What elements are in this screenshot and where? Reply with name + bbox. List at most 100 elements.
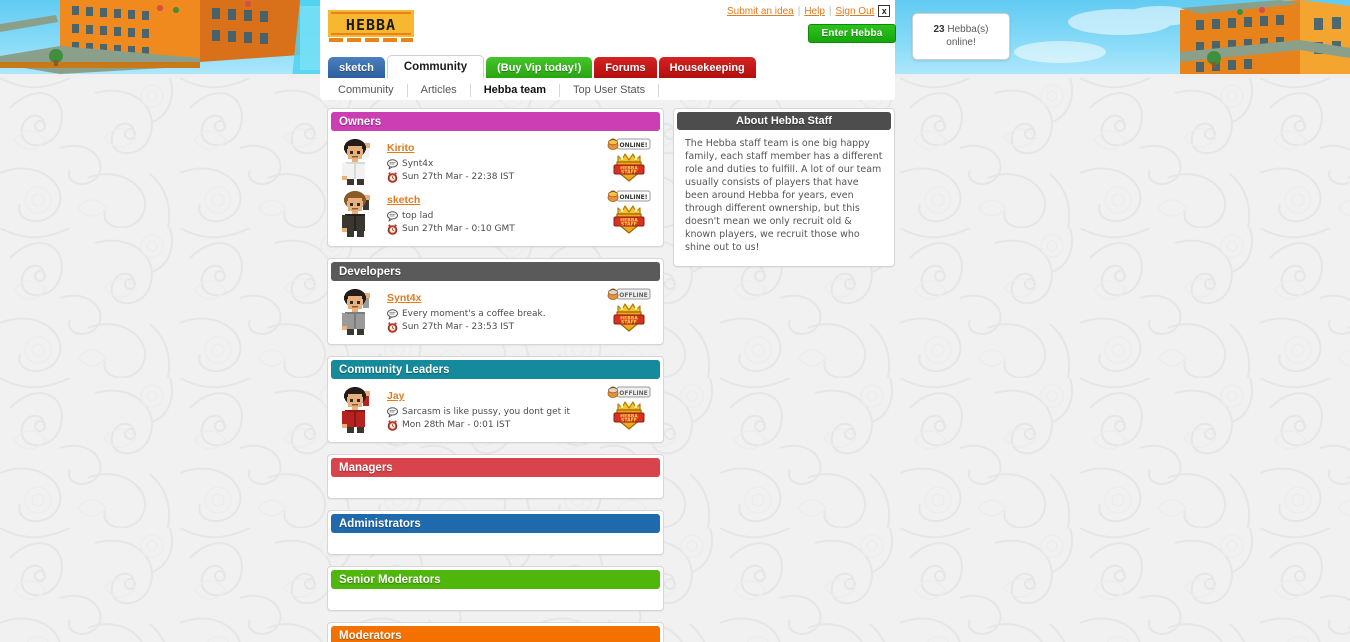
svg-text:HEBBA: HEBBA xyxy=(346,16,396,34)
staff-group-managers: Managers xyxy=(327,454,664,499)
staff-group-administrators: Administrators xyxy=(327,510,664,555)
avatar-wrap xyxy=(337,189,377,237)
close-icon[interactable]: x xyxy=(878,5,890,17)
avatar-wrap xyxy=(337,137,377,185)
alarm-clock-icon xyxy=(387,419,398,431)
staff-row: sketch top lad Sun 27th Mar - 0:10 GMT O… xyxy=(333,187,658,239)
staff-motto: Sarcasm is like pussy, you dont get it xyxy=(402,407,571,417)
group-header-senior-moderators: Senior Moderators xyxy=(331,570,660,589)
crown-staff-badge-icon: HEBBA STAFF xyxy=(613,401,645,430)
avatar-wrap xyxy=(337,385,377,433)
svg-text:STAFF: STAFF xyxy=(621,170,637,176)
staff-badges: OFFLINE HEBBA STAFF xyxy=(604,287,654,334)
about-hebba-staff-panel: About Hebba Staff The Hebba staff team i… xyxy=(673,108,895,267)
staff-lastseen-line: Sun 27th Mar - 0:10 GMT xyxy=(387,223,604,235)
staff-groups-column: Owners Kirito Synt4x Sun 27th Mar - 22:3… xyxy=(327,108,664,642)
svg-text:ONLINE!: ONLINE! xyxy=(619,142,647,149)
staff-motto-line: Every moment's a coffee break. xyxy=(387,308,604,320)
offline-status-icon: OFFLINE xyxy=(607,288,651,300)
subnav-articles[interactable]: Articles xyxy=(408,83,471,97)
hebba-logo[interactable]: HEBBA xyxy=(326,8,416,42)
staff-motto: Synt4x xyxy=(402,159,434,169)
staff-row: Jay Sarcasm is like pussy, you dont get … xyxy=(333,383,658,435)
staff-name-link[interactable]: Kirito xyxy=(387,142,414,154)
alarm-clock-icon xyxy=(387,321,398,333)
staff-group-community-leaders: Community Leaders Jay Sarcasm is like pu… xyxy=(327,356,664,443)
group-body-managers xyxy=(331,477,660,495)
crown-staff-badge-icon: HEBBA STAFF xyxy=(613,303,645,332)
staff-info: Jay Sarcasm is like pussy, you dont get … xyxy=(377,385,604,431)
main-tab-forums[interactable]: Forums xyxy=(594,57,657,78)
group-header-managers: Managers xyxy=(331,458,660,477)
staff-last-seen: Sun 27th Mar - 23:53 IST xyxy=(402,322,515,332)
staff-row: Synt4x Every moment's a coffee break. Su… xyxy=(333,285,658,337)
sign-out-link[interactable]: Sign Out xyxy=(836,6,875,17)
group-header-moderators: Moderators xyxy=(331,626,660,642)
group-header-community-leaders: Community Leaders xyxy=(331,360,660,379)
avatar xyxy=(342,139,370,185)
svg-text:STAFF: STAFF xyxy=(621,320,637,326)
staff-last-seen: Mon 28th Mar - 0:01 IST xyxy=(402,420,511,430)
staff-motto-line: top lad xyxy=(387,210,604,222)
online-counter-widget: 23 Hebba(s) online! xyxy=(912,13,1010,60)
online-status-icon: ONLINE! xyxy=(607,190,651,202)
main-tab-community[interactable]: Community xyxy=(386,55,485,78)
sub-navigation: Community Articles Hebba team Top User Stat… xyxy=(330,81,890,99)
main-tab-sketch[interactable]: sketch xyxy=(328,57,385,78)
staff-info: Kirito Synt4x Sun 27th Mar - 22:38 IST xyxy=(377,137,604,183)
enter-hebba-button[interactable]: Enter Hebba xyxy=(808,24,896,43)
speech-bubble-icon xyxy=(387,308,398,319)
util-separator-2: | xyxy=(828,5,832,17)
main-tab-buy-vip-today[interactable]: (Buy Vip today!) xyxy=(486,57,593,78)
subnav-top-user-stats[interactable]: Top User Stats xyxy=(560,83,660,97)
about-column: About Hebba Staff The Hebba staff team i… xyxy=(673,108,895,267)
about-panel-text: The Hebba staff team is one big happy fa… xyxy=(685,138,883,253)
crown-staff-badge-icon: HEBBA STAFF xyxy=(613,205,645,234)
offline-status-icon: OFFLINE xyxy=(607,386,651,398)
utility-links-bar: Submit an idea | Help | Sign Out x xyxy=(727,0,895,22)
online-counter-line1: 23 Hebba(s) xyxy=(933,24,988,37)
staff-badges: ONLINE! HEBBA STAFF xyxy=(604,189,654,236)
svg-text:OFFLINE: OFFLINE xyxy=(619,292,647,299)
staff-info: Synt4x Every moment's a coffee break. Su… xyxy=(377,287,604,333)
alarm-clock-icon xyxy=(387,223,398,235)
staff-motto-line: Synt4x xyxy=(387,158,604,170)
group-body-community-leaders: Jay Sarcasm is like pussy, you dont get … xyxy=(331,379,660,439)
group-body-developers: Synt4x Every moment's a coffee break. Su… xyxy=(331,281,660,341)
staff-badges: OFFLINE HEBBA STAFF xyxy=(604,385,654,432)
group-header-administrators: Administrators xyxy=(331,514,660,533)
group-body-senior-moderators xyxy=(331,589,660,607)
help-link[interactable]: Help xyxy=(804,6,825,17)
staff-info: sketch top lad Sun 27th Mar - 0:10 GMT xyxy=(377,189,604,235)
subnav-hebba-team[interactable]: Hebba team xyxy=(471,83,561,97)
avatar xyxy=(342,191,370,237)
speech-bubble-icon xyxy=(387,406,398,417)
svg-text:STAFF: STAFF xyxy=(621,222,637,228)
alarm-clock-icon xyxy=(387,171,398,183)
group-body-administrators xyxy=(331,533,660,551)
staff-group-senior-moderators: Senior Moderators xyxy=(327,566,664,611)
subnav-community[interactable]: Community xyxy=(330,83,408,97)
online-counter-line2: online! xyxy=(946,36,976,48)
online-count: 23 xyxy=(933,24,945,35)
util-separator-1: | xyxy=(797,5,801,17)
staff-motto-line: Sarcasm is like pussy, you dont get it xyxy=(387,406,604,418)
crown-staff-badge-icon: HEBBA STAFF xyxy=(613,153,645,182)
svg-text:STAFF: STAFF xyxy=(621,418,637,424)
staff-name-link[interactable]: sketch xyxy=(387,194,420,206)
avatar xyxy=(342,387,370,433)
hebba-logo-svg: HEBBA xyxy=(326,8,416,42)
avatar xyxy=(342,289,370,335)
submit-an-idea-link[interactable]: Submit an idea xyxy=(727,6,794,17)
svg-text:OFFLINE: OFFLINE xyxy=(619,390,647,397)
group-header-developers: Developers xyxy=(331,262,660,281)
main-tab-bar: sketch Community (Buy Vip today!) Forums Hou… xyxy=(328,55,756,78)
staff-name-link[interactable]: Synt4x xyxy=(387,292,421,304)
group-body-owners: Kirito Synt4x Sun 27th Mar - 22:38 IST O… xyxy=(331,131,660,243)
speech-bubble-icon xyxy=(387,210,398,221)
main-tab-housekeeping[interactable]: Housekeeping xyxy=(658,57,756,78)
staff-last-seen: Sun 27th Mar - 0:10 GMT xyxy=(402,224,515,234)
staff-motto: top lad xyxy=(402,211,434,221)
avatar-wrap xyxy=(337,287,377,335)
staff-name-link[interactable]: Jay xyxy=(387,390,405,402)
